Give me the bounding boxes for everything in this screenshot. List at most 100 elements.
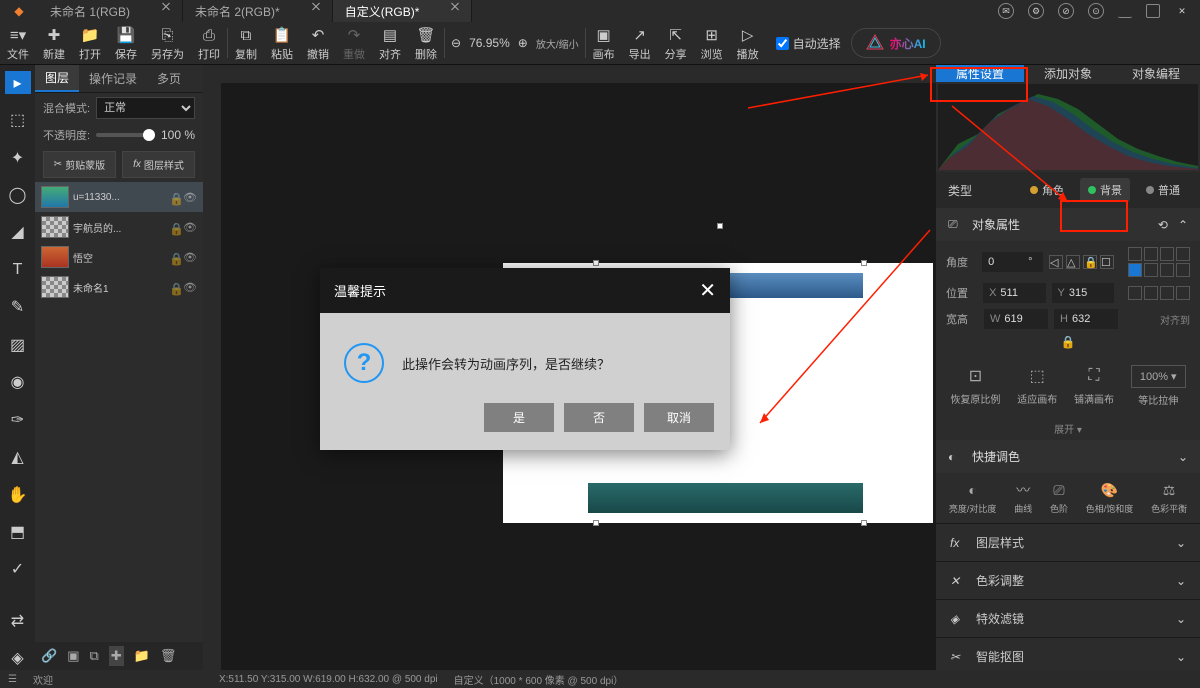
tab-add-object[interactable]: 添加对象 [1024, 65, 1112, 82]
y-input[interactable]: Y [1052, 283, 1114, 303]
doc-tab-2[interactable]: 自定义(RGB)* [333, 0, 473, 22]
w-input[interactable]: W [984, 309, 1048, 329]
clip-mask-button[interactable]: ✂ 剪贴蒙版 [43, 151, 116, 178]
accordion-layer-style[interactable]: fx图层样式⌄ [936, 523, 1200, 561]
dialog-close-icon[interactable]: ✕ [699, 278, 716, 303]
undo-button[interactable]: ↶撤销 [300, 22, 336, 64]
expand-toggle[interactable]: 展开 ▾ [936, 417, 1200, 440]
folder-icon[interactable]: 📁 [134, 648, 150, 664]
fit-canvas-button[interactable]: ⬚适应画布 [1017, 365, 1057, 407]
hand-tool[interactable]: ✋ [5, 483, 31, 506]
collapse-icon[interactable]: ⌃ [1178, 218, 1188, 232]
layers-icon[interactable]: ◈ [5, 647, 31, 670]
save-button[interactable]: 💾保存 [108, 22, 144, 64]
compass-icon[interactable]: ⊘ [1058, 3, 1074, 19]
close-icon[interactable] [310, 6, 320, 16]
lock-icon[interactable]: 🔒 [169, 252, 179, 262]
doc-tab-1[interactable]: 未命名 2(RGB)* [183, 0, 333, 22]
saveas-button[interactable]: ⎘另存为 [144, 22, 191, 64]
type-normal[interactable]: 普通 [1138, 178, 1188, 202]
fill-canvas-button[interactable]: ⛶铺满画布 [1074, 365, 1114, 407]
move-tool[interactable]: ▸ [5, 71, 31, 94]
type-background[interactable]: 背景 [1080, 178, 1130, 202]
close-icon[interactable] [449, 6, 459, 16]
pen-tool[interactable]: ✑ [5, 408, 31, 431]
open-button[interactable]: 📁打开 [72, 22, 108, 64]
lock-icon[interactable]: 🔒 [169, 222, 179, 232]
link-layers-icon[interactable]: 🔗 [41, 648, 57, 664]
eraser-tool[interactable]: ▨ [5, 333, 31, 356]
gear-icon[interactable]: ⚙ [1028, 3, 1044, 19]
curves-button[interactable]: 〰曲线 [1014, 481, 1032, 515]
lock-icon[interactable]: 🔒 [1083, 255, 1097, 269]
layer-item[interactable]: 悟空🔒👁 [35, 242, 203, 272]
minimize-icon[interactable] [1118, 4, 1132, 18]
tab-object-code[interactable]: 对象编程 [1112, 65, 1200, 82]
angle-input[interactable]: ° [982, 252, 1043, 272]
share-button[interactable]: ⇱分享 [658, 22, 694, 64]
doc-tab-0[interactable]: 未命名 1(RGB) [38, 0, 183, 22]
close-icon[interactable] [160, 6, 170, 16]
lock-icon[interactable]: 🔒 [169, 282, 179, 292]
flip-v-icon[interactable]: △ [1066, 255, 1080, 269]
tab-pages[interactable]: 多页 [147, 65, 191, 92]
new-button[interactable]: ✚新建 [36, 22, 72, 64]
tab-history[interactable]: 操作记录 [79, 65, 147, 92]
export-button[interactable]: ↗导出 [622, 22, 658, 64]
marquee-tool[interactable]: ⬚ [5, 108, 31, 131]
print-button[interactable]: ⎙打印 [191, 22, 227, 64]
accordion-filter[interactable]: ◈特效滤镜⌄ [936, 599, 1200, 637]
tab-properties[interactable]: 属性设置 [936, 65, 1024, 82]
bucket-tool[interactable]: ◢ [5, 221, 31, 244]
hue-button[interactable]: 🎨色相/饱和度 [1086, 481, 1134, 515]
layer-style-button[interactable]: fx 图层样式 [122, 151, 195, 178]
lock-icon[interactable]: 🔒 [169, 192, 179, 202]
clone-tool[interactable]: ◉ [5, 371, 31, 394]
accordion-color-adjust[interactable]: ✕色彩调整⌄ [936, 561, 1200, 599]
cancel-button[interactable]: 取消 [644, 403, 714, 432]
paste-button[interactable]: 📋粘贴 [264, 22, 300, 64]
lasso-tool[interactable]: ◯ [5, 183, 31, 206]
zoom-value[interactable]: 76.95% [469, 36, 510, 50]
delete-button[interactable]: 🗑删除 [408, 22, 444, 64]
close-window-icon[interactable]: ✕ [1174, 3, 1190, 19]
tab-layers[interactable]: 图层 [35, 65, 79, 92]
opacity-slider[interactable] [96, 133, 155, 137]
crop-tool[interactable]: ⬒ [5, 520, 31, 543]
eyedropper-tool[interactable]: ✓ [5, 558, 31, 581]
group-icon[interactable]: ⧉ [89, 648, 98, 664]
eye-icon[interactable]: 👁 [183, 191, 197, 204]
type-role[interactable]: 角色 [1022, 178, 1072, 202]
h-input[interactable]: H [1054, 309, 1118, 329]
brightness-button[interactable]: ◐亮度/对比度 [949, 481, 997, 515]
layer-item[interactable]: 宇航员的...🔒👁 [35, 212, 203, 242]
wand-tool[interactable]: ✦ [5, 146, 31, 169]
copy-button[interactable]: ⧉复制 [228, 22, 264, 64]
text-tool[interactable]: T [5, 258, 31, 281]
flip-h-icon[interactable]: ◁ [1049, 255, 1063, 269]
collapse-icon[interactable]: ⌄ [1178, 450, 1188, 464]
auto-select-checkbox[interactable] [776, 37, 789, 50]
new-layer-icon[interactable]: ✚ [109, 646, 124, 666]
zoom-in-icon[interactable]: ⊕ [518, 36, 528, 50]
shape-tool[interactable]: ◭ [5, 445, 31, 468]
delete-layer-icon[interactable]: 🗑 [160, 648, 177, 664]
browse-button[interactable]: ⊞浏览 [694, 22, 730, 64]
mail-icon[interactable]: ✉ [998, 3, 1014, 19]
eye-icon[interactable]: 👁 [183, 251, 197, 264]
maximize-icon[interactable] [1146, 4, 1160, 18]
yes-button[interactable]: 是 [484, 403, 554, 432]
x-input[interactable]: X [983, 283, 1045, 303]
layer-item[interactable]: 未命名1🔒👁 [35, 272, 203, 302]
balance-button[interactable]: ⚖色彩平衡 [1151, 481, 1187, 515]
scale-select[interactable]: 100% ▾ [1131, 365, 1186, 388]
canvas-button[interactable]: ▣画布 [586, 22, 622, 64]
restore-ratio-button[interactable]: ⊡恢复原比例 [950, 365, 1000, 407]
ai-brand-button[interactable]: 亦心AI [851, 28, 941, 58]
play-button[interactable]: ▷播放 [730, 22, 766, 64]
brush-tool[interactable]: ✎ [5, 296, 31, 319]
zoom-out-icon[interactable]: ⊖ [451, 36, 461, 50]
reset-icon[interactable]: ⟲ [1158, 218, 1168, 232]
mask-icon[interactable]: ▣ [67, 648, 79, 664]
levels-button[interactable]: ⎚色阶 [1050, 481, 1068, 515]
